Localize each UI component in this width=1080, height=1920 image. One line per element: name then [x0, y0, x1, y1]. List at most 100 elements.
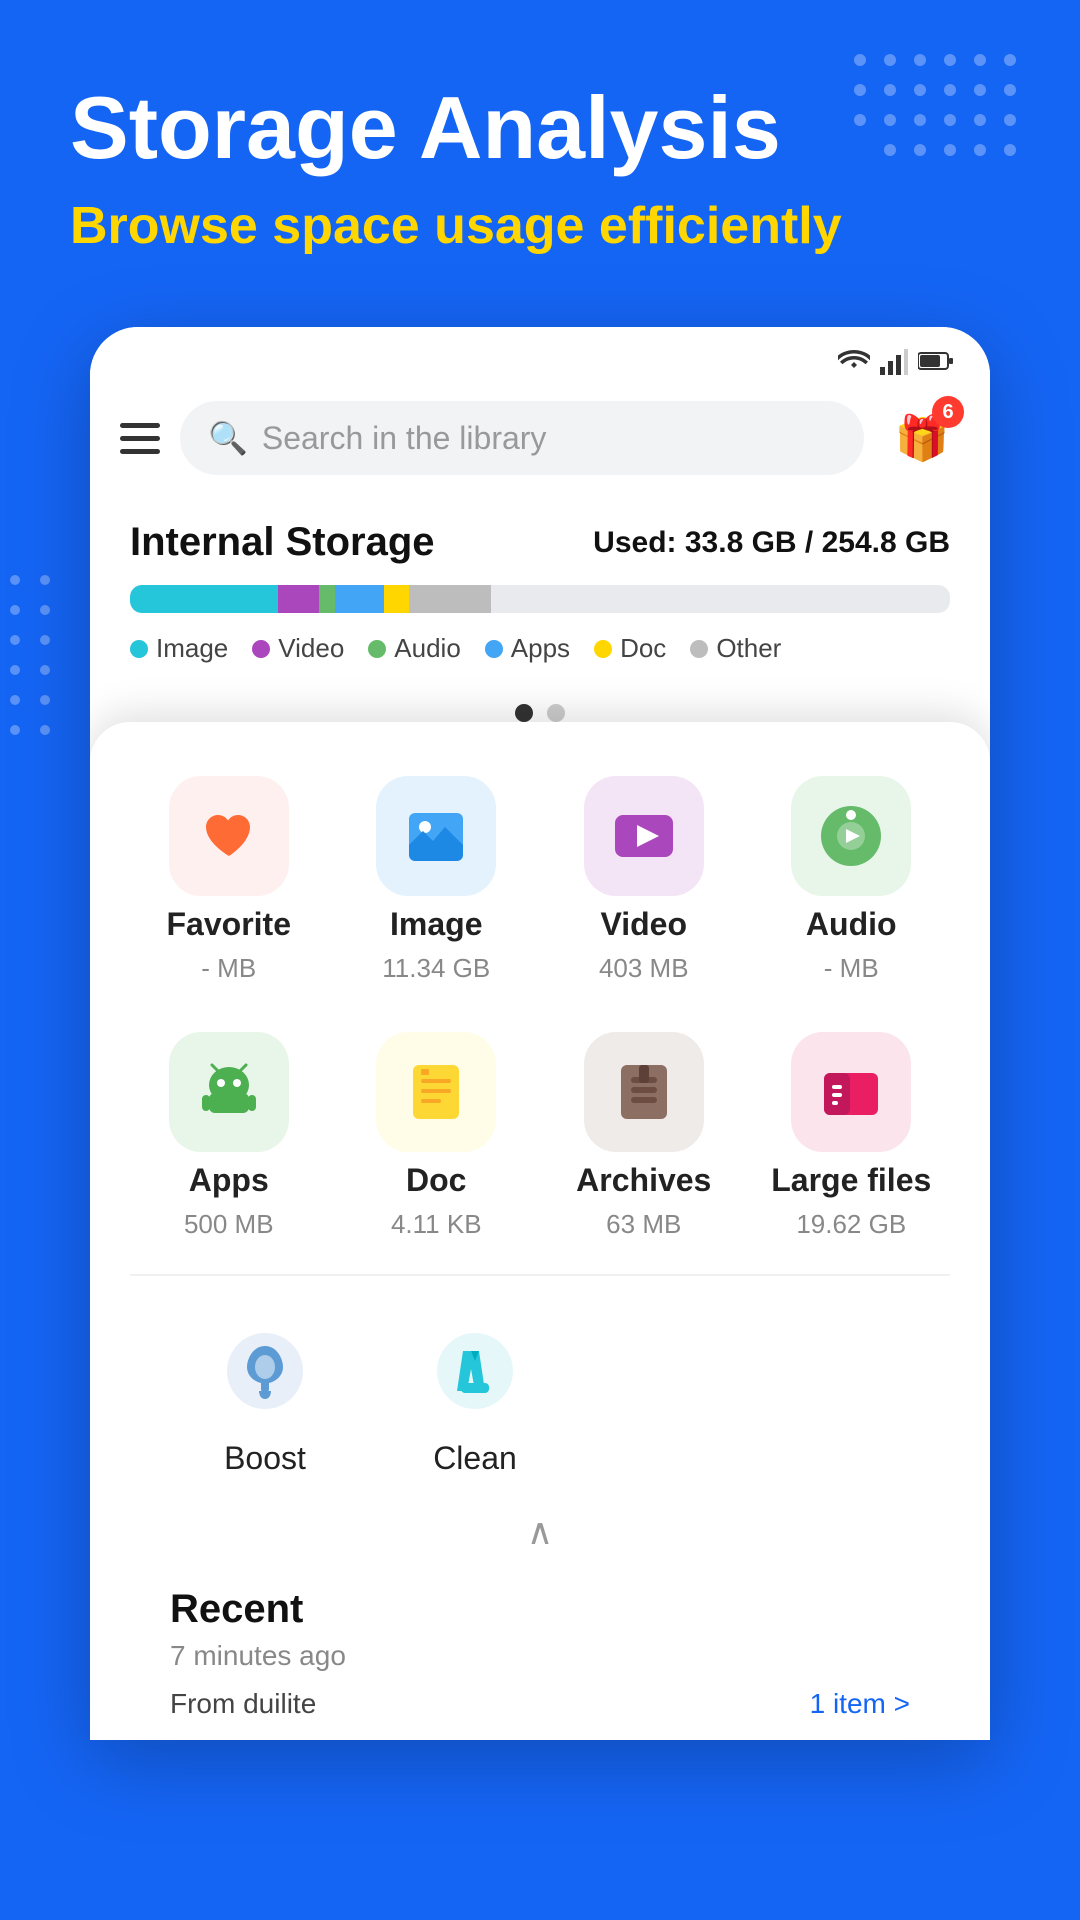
clean-icon [420, 1316, 530, 1426]
bar-audio [319, 585, 335, 613]
doc-size: 4.11 KB [391, 1209, 482, 1240]
recent-from: From duilite [170, 1688, 316, 1720]
storage-section: Internal Storage Used: 33.8 GB / 254.8 G… [90, 496, 990, 694]
favorite-name: Favorite [167, 906, 291, 943]
large-files-size: 19.62 GB [796, 1209, 906, 1240]
legend-image: Image [130, 633, 228, 664]
legend-audio: Audio [368, 633, 461, 664]
pagination-dot-1[interactable] [515, 704, 533, 722]
wifi-icon [838, 350, 870, 377]
categories-grid: Favorite - MB Image 11.34 GB [130, 762, 950, 1254]
bar-video [278, 585, 319, 613]
page-subtitle: Browse space usage efficiently [70, 195, 1010, 257]
boost-icon [210, 1316, 320, 1426]
storage-used: Used: 33.8 GB / 254.8 GB [593, 526, 950, 560]
storage-label: Internal Storage [130, 520, 435, 565]
recent-title: Recent [170, 1587, 910, 1632]
search-bar[interactable]: 🔍 Search in the library [180, 401, 864, 475]
boost-tool[interactable]: Boost [210, 1316, 320, 1477]
video-size: 403 MB [599, 953, 689, 984]
category-doc[interactable]: Doc 4.11 KB [338, 1018, 536, 1254]
category-image[interactable]: Image 11.34 GB [338, 762, 536, 998]
clean-label: Clean [433, 1440, 517, 1477]
recent-time: 7 minutes ago [170, 1640, 910, 1672]
legend-other-label: Other [716, 633, 781, 664]
dot-image [130, 640, 148, 658]
bar-image [130, 585, 278, 613]
dot-apps [485, 640, 503, 658]
page-title: Storage Analysis [70, 80, 1010, 177]
dot-other [690, 640, 708, 658]
search-placeholder: Search in the library [262, 420, 547, 457]
video-icon [584, 776, 704, 896]
category-video[interactable]: Video 403 MB [545, 762, 743, 998]
gift-badge: 6 [932, 396, 964, 428]
storage-header: Internal Storage Used: 33.8 GB / 254.8 G… [130, 520, 950, 565]
category-apps[interactable]: Apps 500 MB [130, 1018, 328, 1254]
status-bar [90, 327, 990, 390]
favorite-icon [169, 776, 289, 896]
image-name: Image [390, 906, 482, 943]
storage-used-value: 33.8 GB / 254.8 GB [685, 526, 950, 559]
legend-video: Video [252, 633, 344, 664]
recent-item-count[interactable]: 1 item > [810, 1688, 910, 1720]
status-icons [838, 347, 954, 380]
phone-frame: 🔍 Search in the library 🎁 6 Internal Sto… [90, 327, 990, 1740]
category-large-files[interactable]: Large files 19.62 GB [753, 1018, 951, 1254]
doc-name: Doc [406, 1162, 466, 1199]
bar-apps [335, 585, 384, 613]
large-files-name: Large files [771, 1162, 931, 1199]
pull-arrow-icon: ∧ [527, 1511, 553, 1553]
bar-doc [384, 585, 409, 613]
header-section: Storage Analysis Browse space usage effi… [0, 0, 1080, 297]
large-files-icon [791, 1032, 911, 1152]
bar-other [409, 585, 491, 613]
top-bar: 🔍 Search in the library 🎁 6 [90, 390, 990, 496]
image-icon [376, 776, 496, 896]
hamburger-menu-button[interactable] [120, 423, 160, 454]
categories-card: Favorite - MB Image 11.34 GB [90, 722, 990, 1740]
category-audio[interactable]: Audio - MB [753, 762, 951, 998]
archives-name: Archives [576, 1162, 711, 1199]
dot-video [252, 640, 270, 658]
legend-audio-label: Audio [394, 633, 461, 664]
category-favorite[interactable]: Favorite - MB [130, 762, 328, 998]
recent-section: Recent 7 minutes ago From duilite 1 item… [130, 1567, 950, 1740]
section-divider [130, 1274, 950, 1276]
video-name: Video [600, 906, 687, 943]
decoration-dots-ml [0, 560, 60, 760]
storage-bar [130, 585, 950, 613]
legend-doc: Doc [594, 633, 666, 664]
bottom-tools: Boost Clean [130, 1296, 950, 1497]
signal-icon [880, 347, 908, 380]
favorite-size: - MB [201, 953, 256, 984]
apps-size: 500 MB [184, 1209, 274, 1240]
storage-legend: Image Video Audio Apps Doc [130, 633, 950, 664]
pagination-dot-2[interactable] [547, 704, 565, 722]
apps-icon [169, 1032, 289, 1152]
pull-indicator: ∧ [130, 1497, 950, 1567]
legend-other: Other [690, 633, 781, 664]
battery-icon [918, 350, 954, 377]
clean-tool[interactable]: Clean [420, 1316, 530, 1477]
legend-image-label: Image [156, 633, 228, 664]
dot-audio [368, 640, 386, 658]
search-icon: 🔍 [208, 419, 248, 457]
apps-name: Apps [189, 1162, 269, 1199]
recent-row: From duilite 1 item > [170, 1688, 910, 1720]
dot-doc [594, 640, 612, 658]
boost-label: Boost [224, 1440, 306, 1477]
legend-apps: Apps [485, 633, 570, 664]
audio-size: - MB [824, 953, 879, 984]
category-archives[interactable]: Archives 63 MB [545, 1018, 743, 1254]
legend-video-label: Video [278, 633, 344, 664]
doc-icon [376, 1032, 496, 1152]
archives-icon [584, 1032, 704, 1152]
image-size: 11.34 GB [382, 953, 490, 984]
audio-icon [791, 776, 911, 896]
archives-size: 63 MB [606, 1209, 681, 1240]
audio-name: Audio [806, 906, 897, 943]
legend-apps-label: Apps [511, 633, 570, 664]
gift-button[interactable]: 🎁 6 [884, 400, 960, 476]
legend-doc-label: Doc [620, 633, 666, 664]
